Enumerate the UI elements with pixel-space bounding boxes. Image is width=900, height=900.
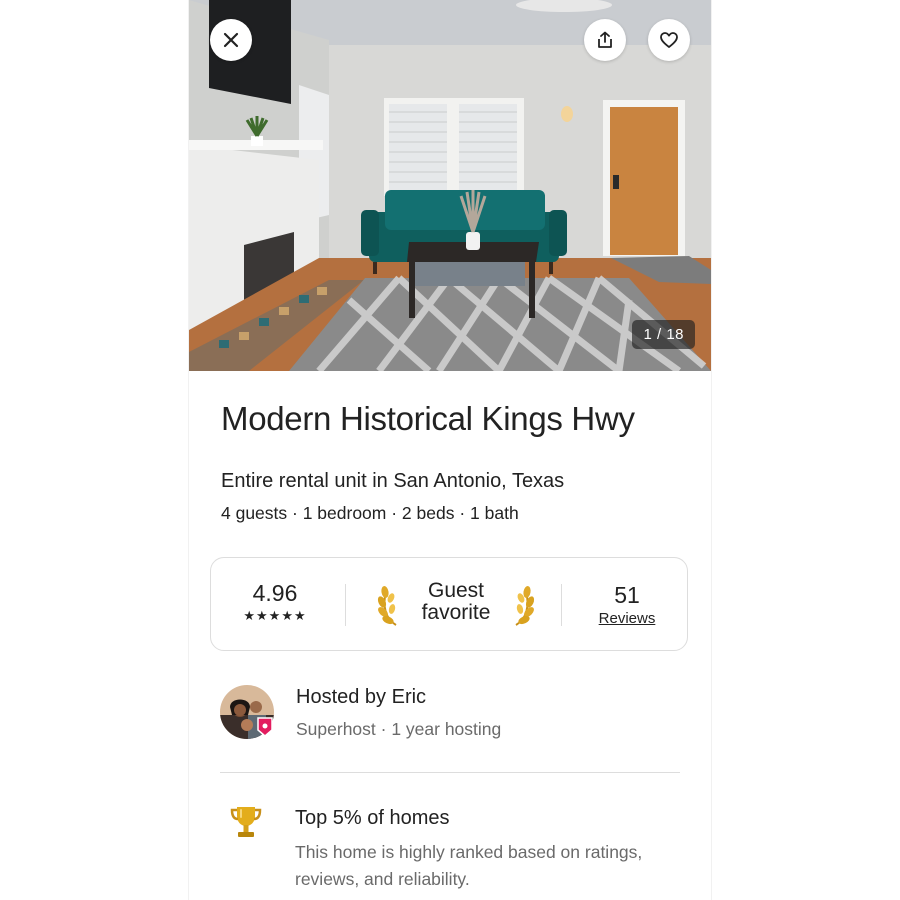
listing-screen: 1 / 18 Modern Historical Kings Hwy Entir… <box>189 0 711 900</box>
badge-line-2: favorite <box>421 601 491 624</box>
listing-photo[interactable]: 1 / 18 <box>189 0 711 371</box>
listing-subtitle: Entire rental unit in San Antonio, Texas <box>221 470 565 492</box>
highlight-title: Top 5% of homes <box>295 807 450 829</box>
badge-line-1: Guest <box>427 579 485 602</box>
listing-title: Modern Historical Kings Hwy <box>221 400 635 437</box>
trophy-icon <box>230 807 262 837</box>
host-name: Hosted by Eric <box>296 686 427 708</box>
photo-counter: 1 / 18 <box>632 320 695 349</box>
guest-favorite-badge: Guest favorite <box>371 578 541 632</box>
section-divider <box>220 772 680 773</box>
laurel-right-icon <box>515 586 535 626</box>
rating-summary: 4.96 ★★★★★ <box>231 580 319 624</box>
card-divider <box>561 584 562 626</box>
save-button[interactable] <box>648 19 690 61</box>
reviews-summary[interactable]: 51 Reviews <box>583 582 671 627</box>
close-icon <box>223 32 239 48</box>
listing-details: 4 guests · 1 bedroom · 2 beds · 1 bath <box>221 503 519 523</box>
close-button[interactable] <box>210 19 252 61</box>
share-button[interactable] <box>584 19 626 61</box>
reviews-count: 51 <box>614 582 640 608</box>
superhost-badge-icon <box>257 717 273 737</box>
host-avatar[interactable] <box>220 685 274 739</box>
reviews-link[interactable]: Reviews <box>583 610 671 627</box>
heart-icon <box>660 32 678 48</box>
card-divider <box>345 584 346 626</box>
rating-value: 4.96 <box>252 580 298 606</box>
living-room-photo <box>189 0 711 371</box>
host-meta: Superhost · 1 year hosting <box>296 719 502 739</box>
guest-favorite-label: Guest favorite <box>397 580 515 624</box>
share-icon <box>598 31 612 48</box>
star-rating-icon: ★★★★★ <box>243 608 307 623</box>
rating-card[interactable]: 4.96 ★★★★★ Guest favorite 51 Reviews <box>210 557 688 651</box>
highlight-description: This home is highly ranked based on rati… <box>295 842 643 889</box>
